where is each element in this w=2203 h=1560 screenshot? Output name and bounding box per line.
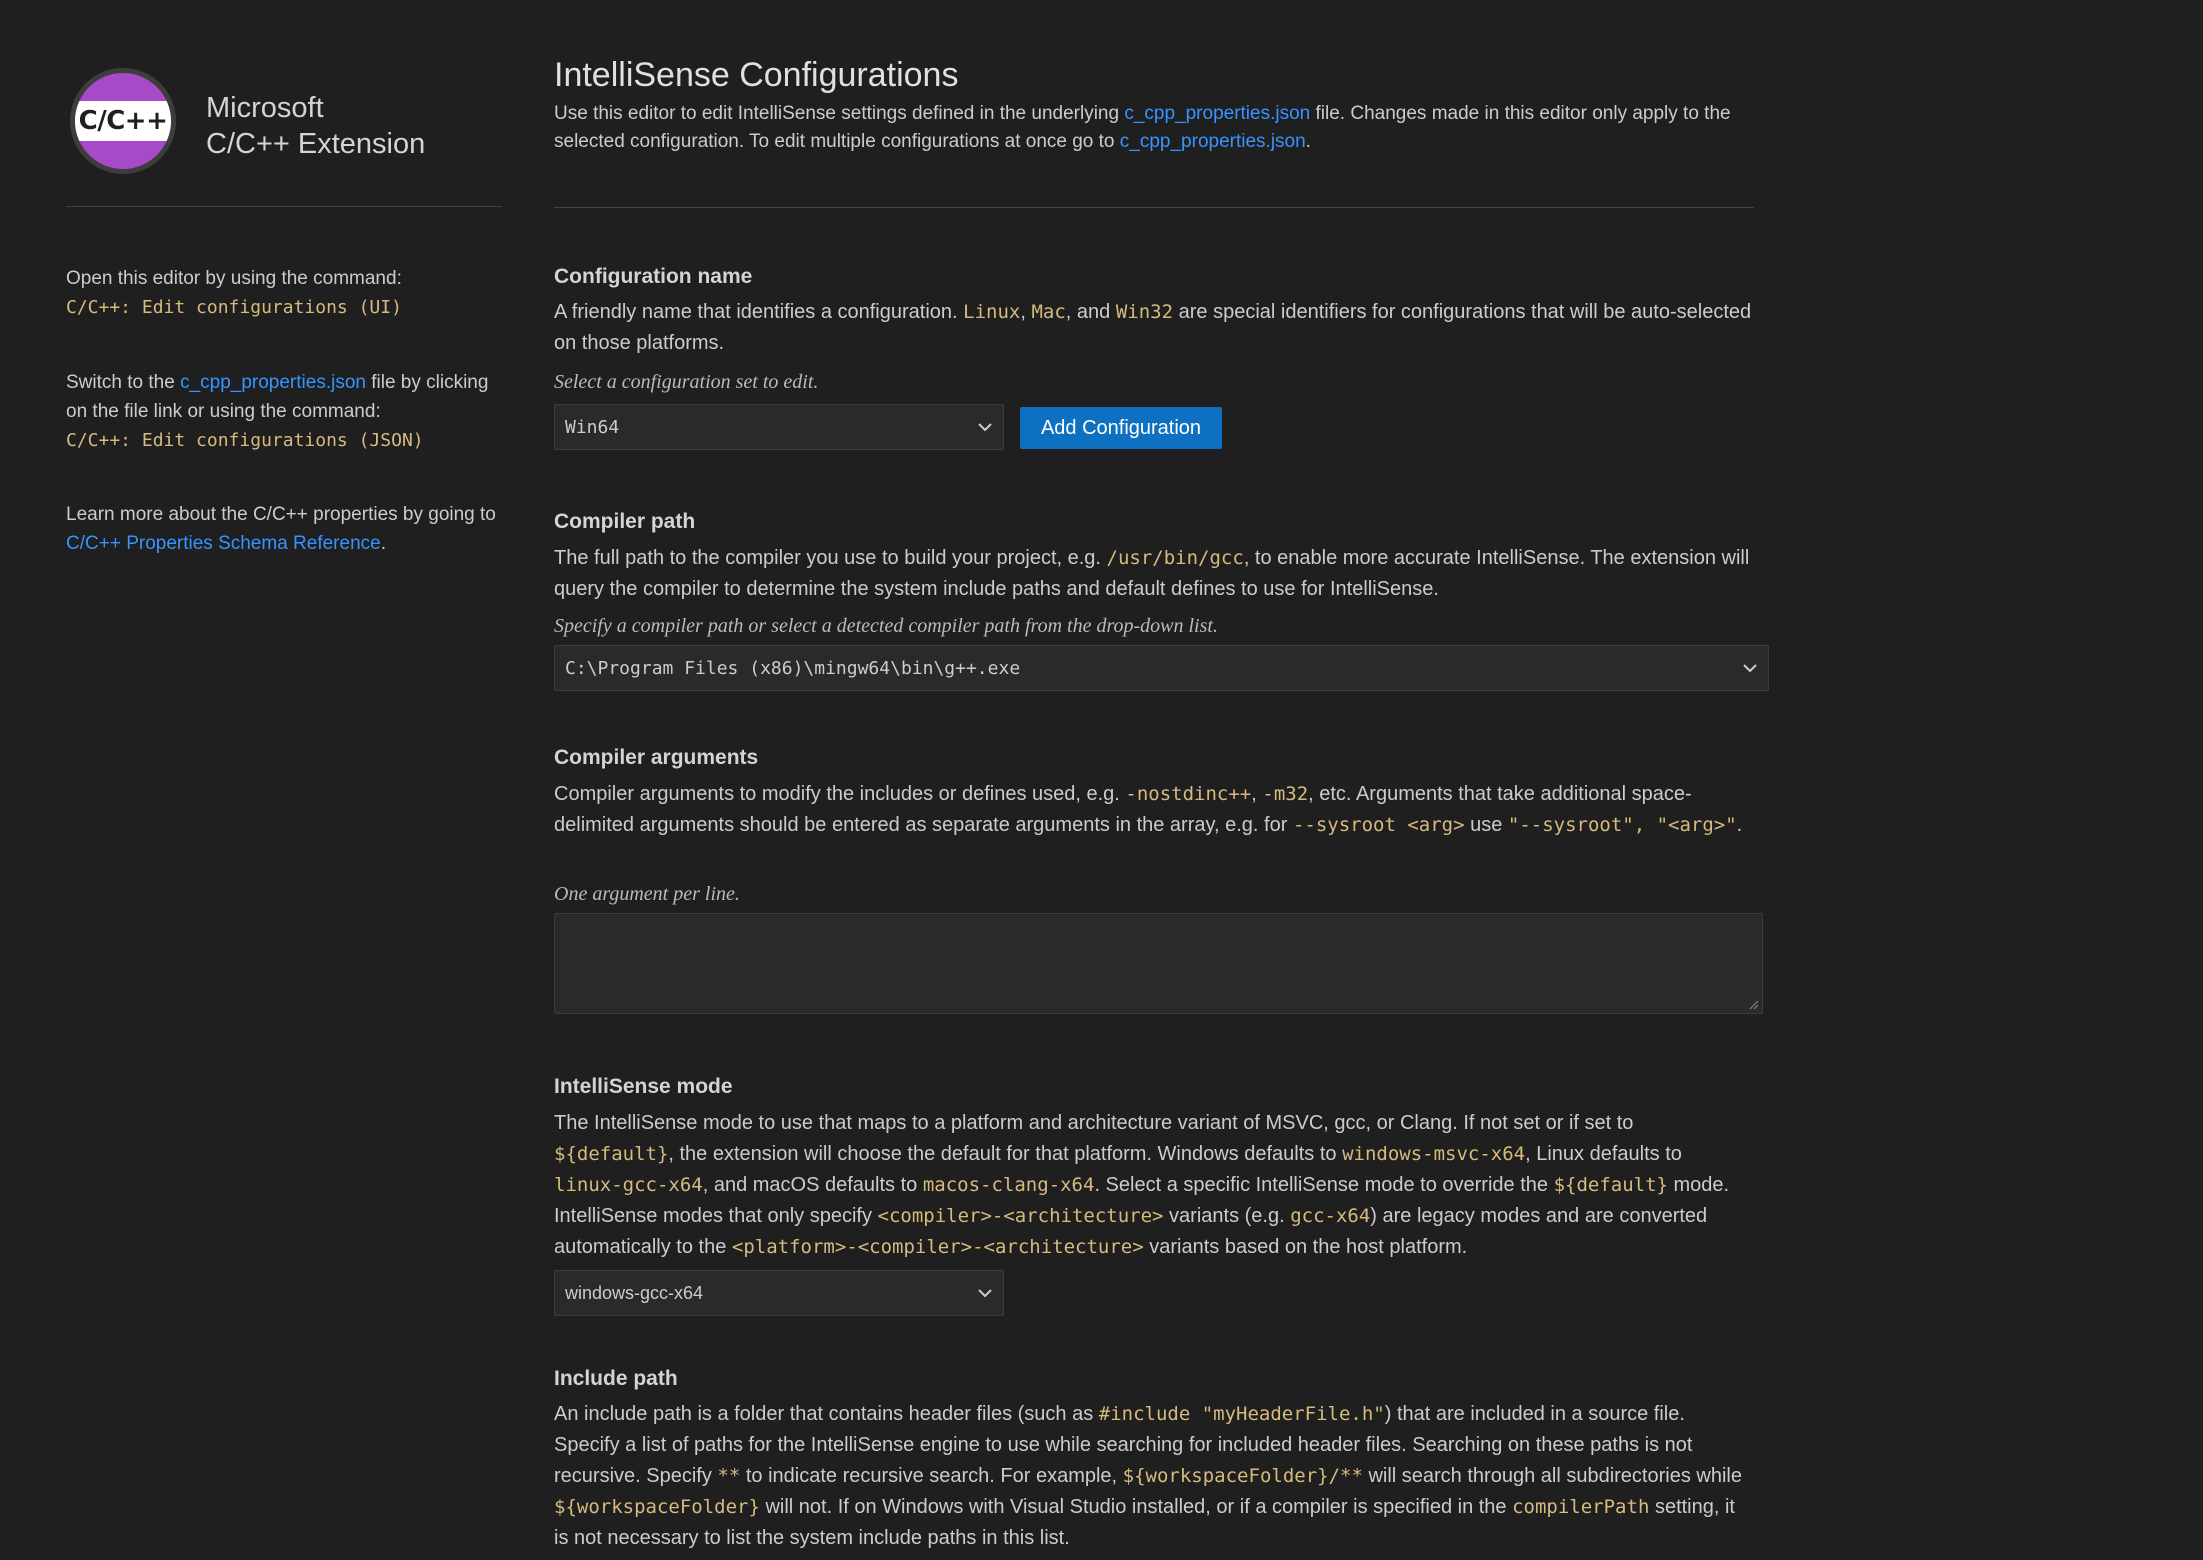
chevron-down-icon [978,1289,992,1298]
desc-text: A friendly name that identifies a config… [554,301,964,323]
desc-text: to indicate recursive search. For exampl… [740,1465,1123,1487]
desc-text: The full path to the compiler you use to… [554,547,1107,569]
desc-text: , [1020,301,1032,323]
intellisense-mode-value: windows-gcc-x64 [565,1282,704,1303]
intellisense-mode-select[interactable]: windows-gcc-x64 [554,1270,1004,1316]
code-default: ${default} [1553,1174,1668,1196]
code-workspace-recursive: ${workspaceFolder}/** [1122,1465,1363,1487]
cpp-logo-icon: C/C++ [70,68,176,174]
page-desc-text-1: Use this editor to edit IntelliSense set… [554,103,1125,124]
page-description: Use this editor to edit IntelliSense set… [554,100,1754,156]
config-name-description: A friendly name that identifies a config… [554,297,1754,359]
brand-title: Microsoft C/C++ Extension [206,90,425,162]
code-default: ${default} [554,1143,669,1165]
code-linux: Linux [963,301,1021,323]
open-editor-note: Open this editor by using the command: C… [66,264,502,322]
desc-text: . Select a specific IntelliSense mode to… [1094,1174,1554,1196]
intellisense-mode-description: The IntelliSense mode to use that maps t… [554,1108,1754,1263]
desc-text: . [1736,814,1743,836]
brand-line-1: Microsoft [206,92,324,124]
desc-text: , Linux defaults to [1525,1143,1682,1165]
learn-more-suffix: . [380,533,386,554]
code-platform-compiler-arch: <platform>-<compiler>-<architecture> [731,1236,1144,1258]
desc-text: variants (e.g. [1163,1205,1291,1227]
switch-json-prefix: Switch to the [66,372,181,393]
desc-text: variants based on the host platform. [1143,1236,1468,1258]
compiler-args-hint: One argument per line. [554,883,740,905]
intellisense-mode-title: IntelliSense mode [554,1075,733,1098]
desc-text: will search through all subdirectories w… [1362,1465,1742,1487]
code-win32: Win32 [1115,301,1174,323]
properties-json-link-1[interactable]: c_cpp_properties.json [1124,103,1310,124]
code-windows-msvc: windows-msvc-x64 [1342,1143,1526,1165]
properties-json-link-2[interactable]: c_cpp_properties.json [1120,131,1306,152]
open-editor-text: Open this editor by using the command: [66,268,402,289]
code-macos-clang: macos-clang-x64 [922,1174,1095,1196]
config-name-title: Configuration name [554,265,753,288]
compiler-path-description: The full path to the compiler you use to… [554,543,1754,605]
header-divider [554,207,1754,208]
sidebar-divider [66,206,502,207]
compiler-path-input[interactable]: C:\Program Files (x86)\mingw64\bin\g++.e… [554,645,1769,691]
desc-text: An include path is a folder that contain… [554,1403,1099,1425]
open-editor-command: C/C++: Edit configurations (UI) [66,297,402,318]
page-title: IntelliSense Configurations [554,56,959,94]
logo-text: C/C++ [78,106,168,136]
switch-json-command: C/C++: Edit configurations (JSON) [66,430,424,451]
code-gcc-path: /usr/bin/gcc [1106,547,1244,569]
config-name-hint: Select a configuration set to edit. [554,371,819,393]
schema-reference-link[interactable]: C/C++ Properties Schema Reference [66,533,381,554]
include-path-title: Include path [554,1367,678,1390]
compiler-path-value: C:\Program Files (x86)\mingw64\bin\g++.e… [565,657,1021,679]
resize-grip-icon[interactable] [1747,998,1759,1010]
code-include-example: #include "myHeaderFile.h" [1098,1403,1385,1425]
add-configuration-button[interactable]: Add Configuration [1020,407,1222,449]
desc-text: , [1251,783,1263,805]
configuration-select-value: Win64 [565,416,620,438]
configuration-select[interactable]: Win64 [554,404,1004,450]
code-linux-gcc: linux-gcc-x64 [554,1174,703,1196]
include-path-description: An include path is a folder that contain… [554,1399,1754,1554]
desc-text: , the extension will choose the default … [668,1143,1343,1165]
desc-text: use [1464,814,1508,836]
page-desc-text-3: . [1305,131,1311,152]
desc-text: Compiler arguments to modify the include… [554,783,1126,805]
compiler-args-title: Compiler arguments [554,746,759,769]
desc-text: , and macOS defaults to [702,1174,923,1196]
code-workspace-folder: ${workspaceFolder} [554,1496,760,1518]
compiler-path-title: Compiler path [554,510,696,533]
chevron-down-icon[interactable] [1742,663,1758,673]
brand-line-2: C/C++ Extension [206,128,426,160]
desc-text: will not. If on Windows with Visual Stud… [759,1496,1513,1518]
desc-text: The IntelliSense mode to use that maps t… [554,1112,1634,1134]
chevron-down-icon [978,423,992,432]
code-nostdinc: -nostdinc++ [1125,783,1252,805]
code-sysroot-array: "--sysroot", "<arg>" [1507,814,1737,836]
code-compiler-arch: <compiler>-<architecture> [877,1205,1164,1227]
code-mac: Mac [1031,301,1066,323]
switch-json-note: Switch to the c_cpp_properties.json file… [66,368,502,455]
learn-more-note: Learn more about the C/C++ properties by… [66,500,502,558]
code-recursive-glob: ** [717,1465,741,1487]
code-gcc-x64: gcc-x64 [1290,1205,1371,1227]
code-m32: -m32 [1262,783,1309,805]
code-sysroot: --sysroot <arg> [1292,814,1465,836]
desc-text: , and [1065,301,1116,323]
compiler-args-description: Compiler arguments to modify the include… [554,779,1754,841]
brand-header: C/C++ Microsoft C/C++ Extension [66,68,502,178]
switch-json-link[interactable]: c_cpp_properties.json [180,372,366,393]
code-compiler-path: compilerPath [1512,1496,1650,1518]
learn-more-prefix: Learn more about the C/C++ properties by… [66,504,496,525]
compiler-path-hint: Specify a compiler path or select a dete… [554,615,1218,637]
compiler-args-textarea[interactable] [554,913,1763,1014]
